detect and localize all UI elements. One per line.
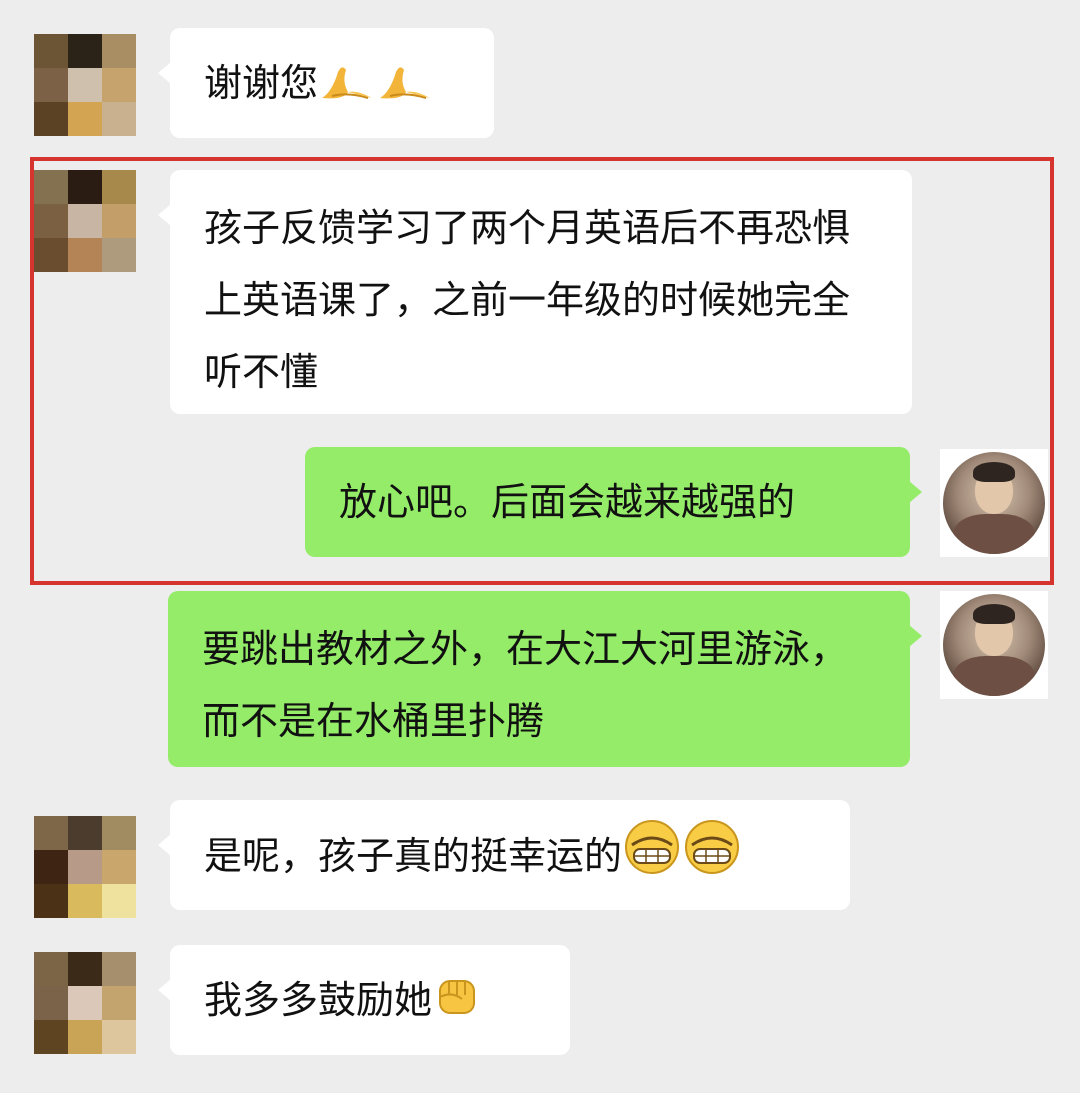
pray-hands-icon bbox=[318, 53, 376, 125]
message-text: 是呢，孩子真的挺幸运的 bbox=[204, 819, 816, 898]
message-text: 谢谢您 bbox=[204, 47, 460, 125]
contact-avatar[interactable] bbox=[34, 34, 136, 136]
grinning-face-icon bbox=[682, 819, 742, 898]
raised-fist-icon bbox=[432, 967, 482, 1042]
highlight-frame bbox=[30, 157, 1054, 585]
message-text: 要跳出教材之外，在大江大河里游泳，而不是在水桶里扑腾 bbox=[202, 627, 849, 743]
user-avatar[interactable] bbox=[940, 591, 1048, 699]
message-bubble[interactable]: 我多多鼓励她 bbox=[158, 945, 570, 1055]
contact-avatar[interactable] bbox=[34, 816, 136, 918]
message-text: 我多多鼓励她 bbox=[204, 964, 536, 1042]
message-bubble[interactable]: 谢谢您 bbox=[158, 28, 494, 138]
pray-hands-icon bbox=[376, 53, 434, 125]
grinning-face-icon bbox=[622, 819, 682, 898]
message-bubble[interactable]: 是呢，孩子真的挺幸运的 bbox=[158, 800, 850, 910]
contact-avatar[interactable] bbox=[34, 952, 136, 1054]
profile-photo bbox=[943, 594, 1045, 696]
message-bubble[interactable]: 要跳出教材之外，在大江大河里游泳，而不是在水桶里扑腾 bbox=[168, 591, 922, 767]
